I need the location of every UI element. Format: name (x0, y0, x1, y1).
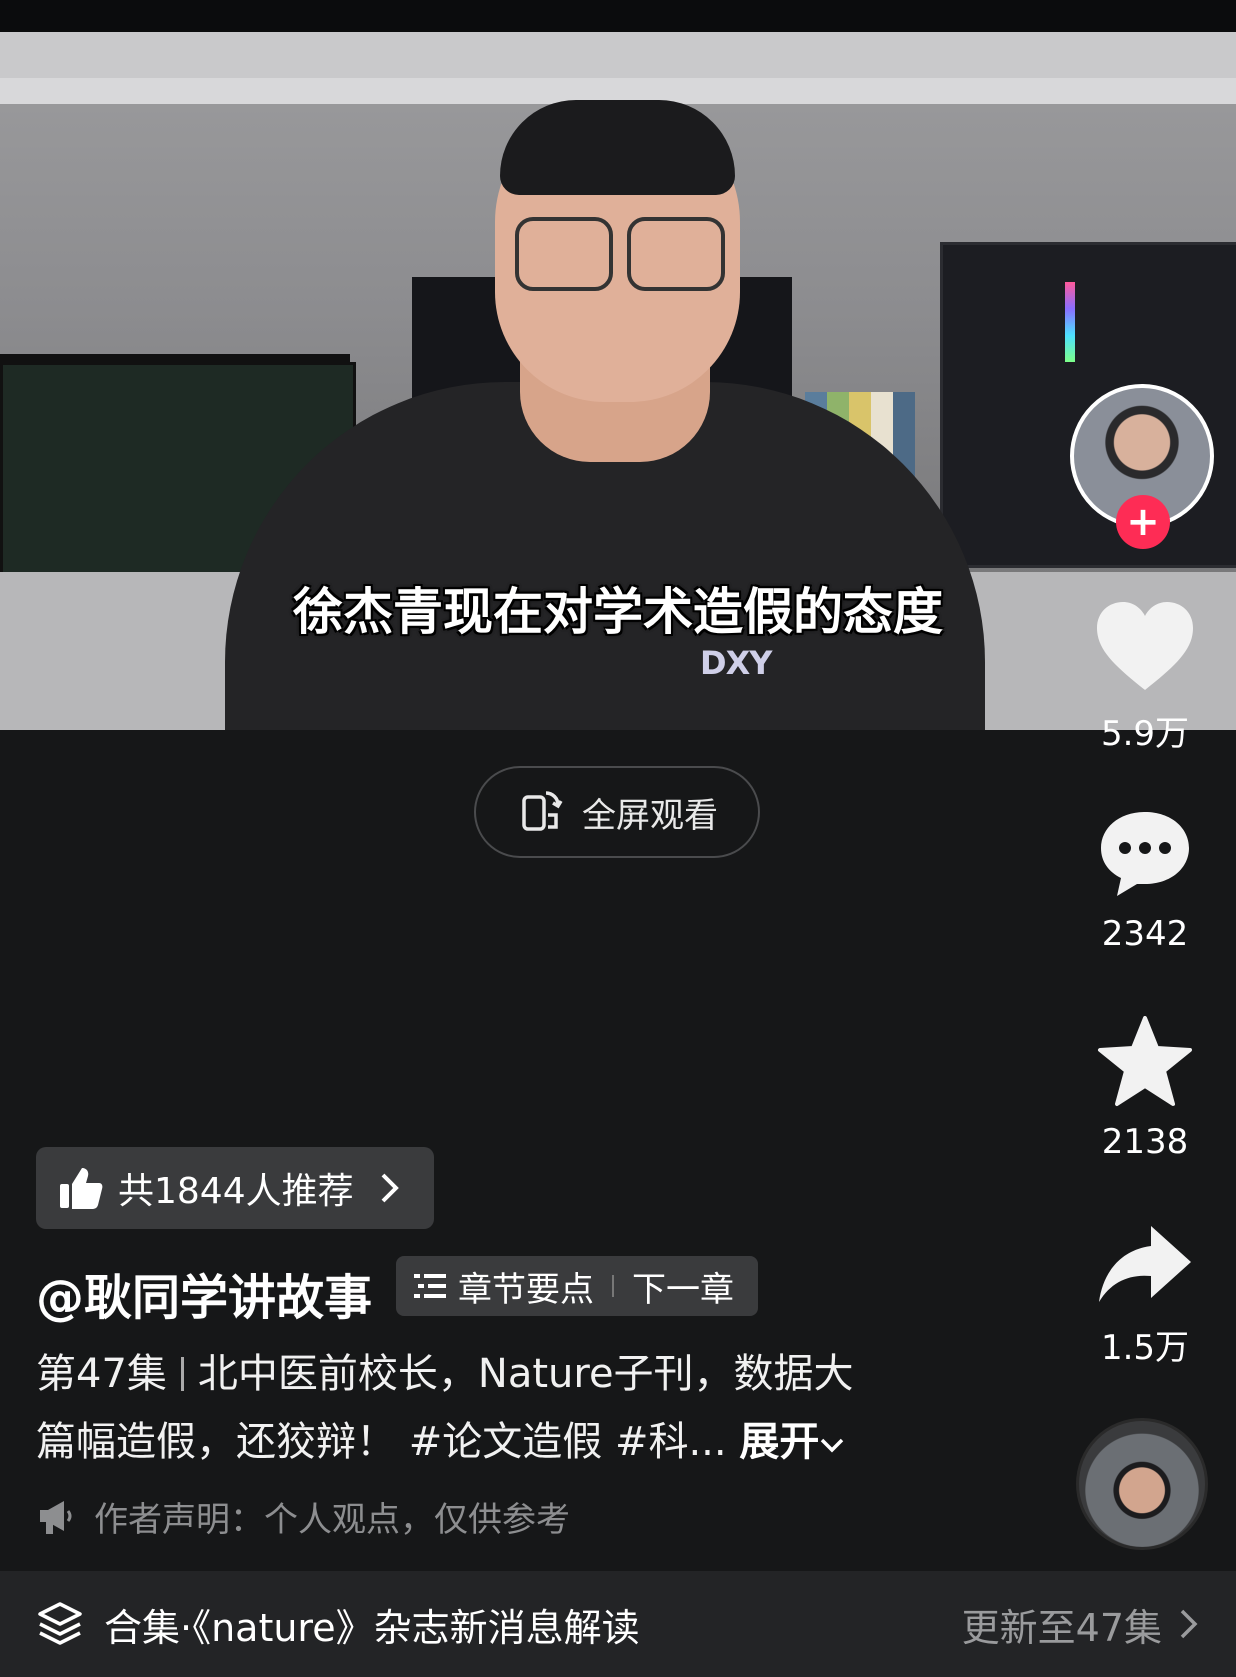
favorite-button[interactable] (1070, 1016, 1220, 1112)
share-count: 1.5万 (1100, 1328, 1190, 1368)
video-description[interactable]: 第47集 北中医前校长，Nature子刊，数据大 篇幅造假，还狡辩！ #论文造假 … (36, 1340, 956, 1476)
collection-title: 合集·《nature》杂志新消息解读 (104, 1605, 640, 1650)
recommend-banner[interactable]: 共1844人推荐 (36, 1147, 434, 1229)
recommend-label: 共1844人推荐 (118, 1171, 354, 1212)
episode-divider (180, 1357, 184, 1391)
next-chapter-button[interactable]: 下一章 (632, 1262, 734, 1311)
collection-update: 更新至47集 (961, 1605, 1162, 1650)
episode-label: 第47集 (36, 1351, 167, 1397)
comment-count: 2342 (1101, 914, 1189, 954)
favorite-count: 2138 (1101, 1122, 1189, 1162)
pc-rgb-light (1065, 282, 1075, 362)
chevron-right-icon (381, 1173, 399, 1203)
layers-icon (38, 1602, 82, 1645)
fullscreen-button[interactable]: 全屏观看 (474, 766, 760, 858)
share-icon (1099, 1226, 1191, 1302)
description-line-2: 篇幅造假，还狡辩！ #论文造假 #科... (36, 1419, 727, 1465)
comment-icon (1101, 812, 1189, 896)
follow-plus-icon[interactable]: + (1116, 495, 1170, 549)
author-name[interactable]: @耿同学讲故事 (36, 1258, 372, 1328)
rotate-screen-icon (516, 785, 566, 839)
expand-label: 展开 (739, 1419, 820, 1465)
collection-bar[interactable]: 合集·《nature》杂志新消息解读 更新至47集 (0, 1571, 1236, 1677)
chapter-divider (612, 1275, 614, 1297)
comment-button[interactable] (1070, 808, 1220, 904)
megaphone-icon (40, 1500, 72, 1534)
chevron-right-icon (1180, 1609, 1198, 1639)
person-hair (500, 100, 735, 195)
status-bar (0, 0, 1236, 32)
video-player[interactable]: DXY 徐杰青现在对学术造假的态度 (0, 32, 1236, 730)
author-statement: 作者声明：个人观点，仅供参考 (36, 1492, 570, 1541)
chevron-down-icon (821, 1438, 844, 1453)
video-subtitle: 徐杰青现在对学术造假的态度 (293, 583, 943, 641)
fullscreen-label: 全屏观看 (582, 795, 718, 836)
glasses (515, 217, 725, 291)
shirt-logo: DXY (700, 644, 772, 682)
like-button[interactable] (1070, 600, 1220, 696)
share-button[interactable] (1070, 1222, 1220, 1308)
chapter-points-button[interactable]: 章节要点 (458, 1262, 594, 1311)
thumbs-up-icon (60, 1168, 103, 1209)
shelf (0, 32, 1236, 78)
chapter-list-icon (414, 1274, 446, 1298)
chapter-pill[interactable]: 章节要点 下一章 (396, 1256, 758, 1316)
music-disc[interactable] (1076, 1418, 1208, 1550)
star-icon (1098, 1016, 1192, 1106)
description-line-1: 北中医前校长，Nature子刊，数据大 (197, 1351, 854, 1397)
like-count: 5.9万 (1100, 714, 1190, 754)
expand-button[interactable]: 展开 (739, 1419, 845, 1465)
heart-icon (1097, 602, 1193, 690)
statement-text: 作者声明：个人观点，仅供参考 (94, 1500, 570, 1540)
